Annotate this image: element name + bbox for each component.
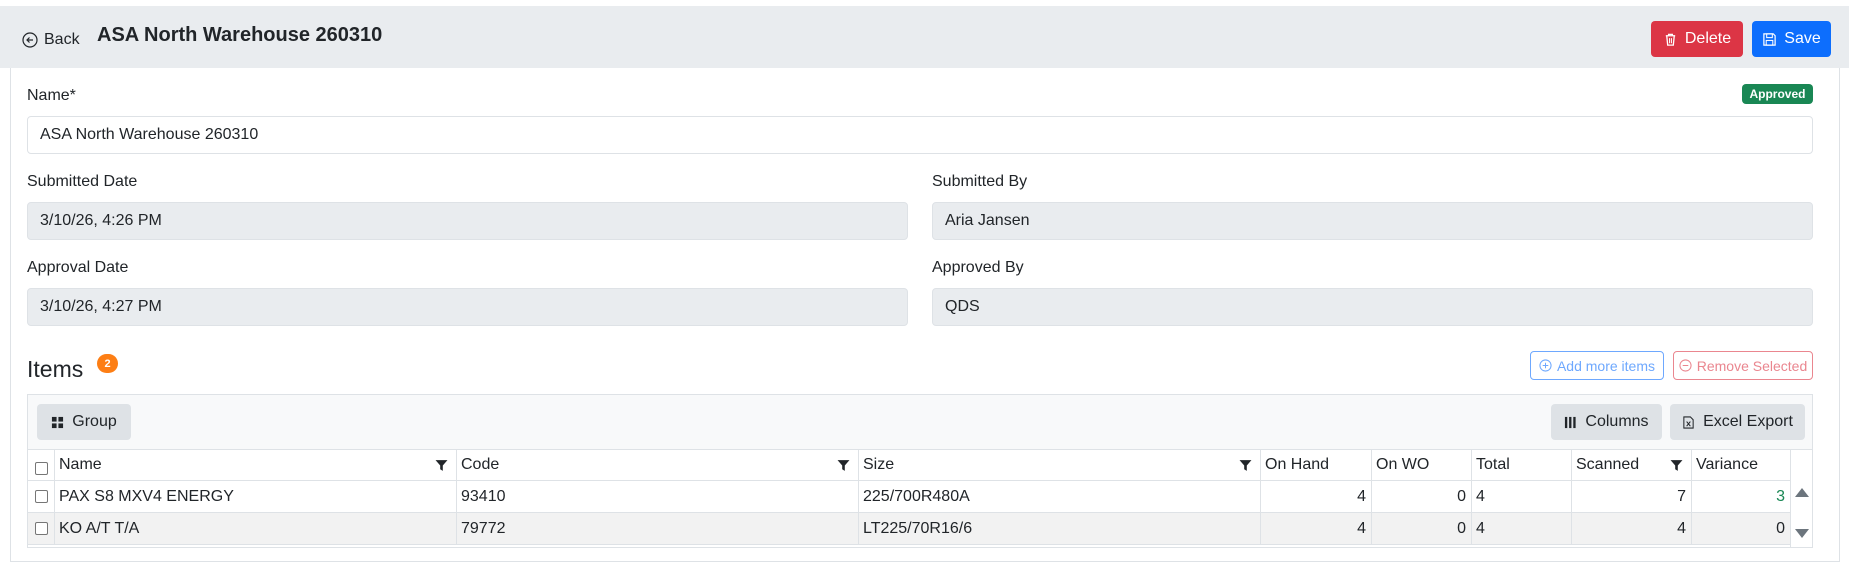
submitted-by-field: Aria Jansen — [932, 202, 1813, 240]
save-label: Save — [1784, 30, 1821, 47]
remove-selected-label: Remove Selected — [1696, 357, 1808, 374]
column-header-code[interactable]: Code — [456, 450, 858, 480]
submitted-date-label: Submitted Date — [27, 173, 138, 190]
add-more-items-label: Add more items — [1556, 357, 1656, 374]
cell-on-wo: 0 — [1371, 513, 1471, 544]
status-badge: Approved — [1742, 84, 1813, 104]
columns-button[interactable]: Columns — [1551, 404, 1662, 440]
grid-scrollbar[interactable] — [1790, 450, 1812, 547]
items-grid: Group Columns Excel Export Name Code Siz… — [27, 394, 1813, 548]
submitted-by-label: Submitted By — [932, 173, 1028, 190]
header-bar: Back ASA North Warehouse 260310 Delete S… — [0, 6, 1849, 68]
items-count-badge: 2 — [97, 354, 118, 373]
filter-icon[interactable] — [435, 459, 448, 472]
column-header-on-wo[interactable]: On WO — [1371, 450, 1471, 480]
cell-name: PAX S8 MXV4 ENERGY — [54, 481, 456, 512]
scroll-up-arrow-icon[interactable] — [1794, 486, 1810, 498]
columns-icon — [1565, 416, 1577, 428]
cell-size: LT225/70R16/6 — [858, 513, 1260, 544]
column-header-scanned[interactable]: Scanned — [1571, 450, 1691, 480]
page-title: ASA North Warehouse 260310 — [97, 24, 383, 46]
filter-icon[interactable] — [1670, 459, 1683, 472]
plus-circle-icon — [1539, 359, 1552, 372]
cell-on-hand: 4 — [1260, 481, 1371, 512]
grid-icon — [52, 416, 64, 428]
trash-icon — [1665, 33, 1676, 46]
cell-total: 4 — [1471, 513, 1571, 544]
submitted-date-field: 3/10/26, 4:26 PM — [27, 202, 908, 240]
row-checkbox[interactable] — [34, 490, 48, 503]
column-header-on-hand[interactable]: On Hand — [1260, 450, 1371, 480]
minus-circle-icon — [1679, 359, 1692, 372]
row-checkbox[interactable] — [34, 522, 48, 535]
remove-selected-button[interactable]: Remove Selected — [1673, 351, 1813, 380]
table-row[interactable]: KO A/T T/A 79772 LT225/70R16/6 4 0 4 4 0 — [28, 513, 1790, 545]
columns-label: Columns — [1585, 413, 1649, 430]
excel-file-icon — [1683, 415, 1694, 429]
back-label: Back — [44, 31, 80, 48]
approval-date-field: 3/10/26, 4:27 PM — [27, 288, 908, 326]
cell-total: 4 — [1471, 481, 1571, 512]
grid-header-row: Name Code Size On Hand On WO Total Scann… — [28, 450, 1790, 481]
column-header-variance[interactable]: Variance — [1691, 450, 1790, 480]
floppy-disk-icon — [1763, 32, 1776, 46]
delete-label: Delete — [1684, 30, 1732, 47]
cell-code: 79772 — [456, 513, 858, 544]
group-label: Group — [72, 413, 117, 430]
inventory-count-page: Back ASA North Warehouse 260310 Delete S… — [0, 0, 1849, 562]
delete-button[interactable]: Delete — [1651, 21, 1743, 57]
approval-date-label: Approval Date — [27, 259, 129, 276]
filter-icon[interactable] — [837, 459, 850, 472]
cell-variance: 3 — [1691, 481, 1790, 512]
cell-variance: 0 — [1691, 513, 1790, 544]
name-input[interactable]: ASA North Warehouse 260310 — [27, 116, 1813, 154]
arrow-left-circle-icon — [22, 32, 38, 48]
items-heading: Items — [27, 356, 84, 382]
approved-by-label: Approved By — [932, 259, 1024, 276]
name-label: Name* — [27, 87, 76, 104]
row-select-cell — [28, 481, 54, 512]
cell-on-hand: 4 — [1260, 513, 1371, 544]
add-more-items-button[interactable]: Add more items — [1530, 351, 1664, 380]
excel-export-button[interactable]: Excel Export — [1670, 404, 1805, 440]
column-header-size[interactable]: Size — [858, 450, 1260, 480]
cell-size: 225/700R480A — [858, 481, 1260, 512]
cell-on-wo: 0 — [1371, 481, 1471, 512]
save-button[interactable]: Save — [1752, 21, 1831, 57]
row-select-cell — [28, 513, 54, 544]
select-all-cell — [28, 450, 54, 480]
table-row[interactable]: PAX S8 MXV4 ENERGY 93410 225/700R480A 4 … — [28, 481, 1790, 513]
cell-scanned: 7 — [1571, 481, 1691, 512]
excel-export-label: Excel Export — [1703, 413, 1793, 430]
column-header-name[interactable]: Name — [54, 450, 456, 480]
cell-scanned: 4 — [1571, 513, 1691, 544]
filter-icon[interactable] — [1239, 459, 1252, 472]
cell-code: 93410 — [456, 481, 858, 512]
cell-name: KO A/T T/A — [54, 513, 456, 544]
back-button[interactable]: Back — [22, 28, 80, 52]
approved-by-field: QDS — [932, 288, 1813, 326]
column-header-total[interactable]: Total — [1471, 450, 1571, 480]
select-all-checkbox[interactable] — [34, 461, 48, 475]
grid-toolbar: Group Columns Excel Export — [28, 395, 1812, 450]
group-button[interactable]: Group — [37, 404, 131, 440]
scroll-down-arrow-icon[interactable] — [1794, 528, 1810, 540]
